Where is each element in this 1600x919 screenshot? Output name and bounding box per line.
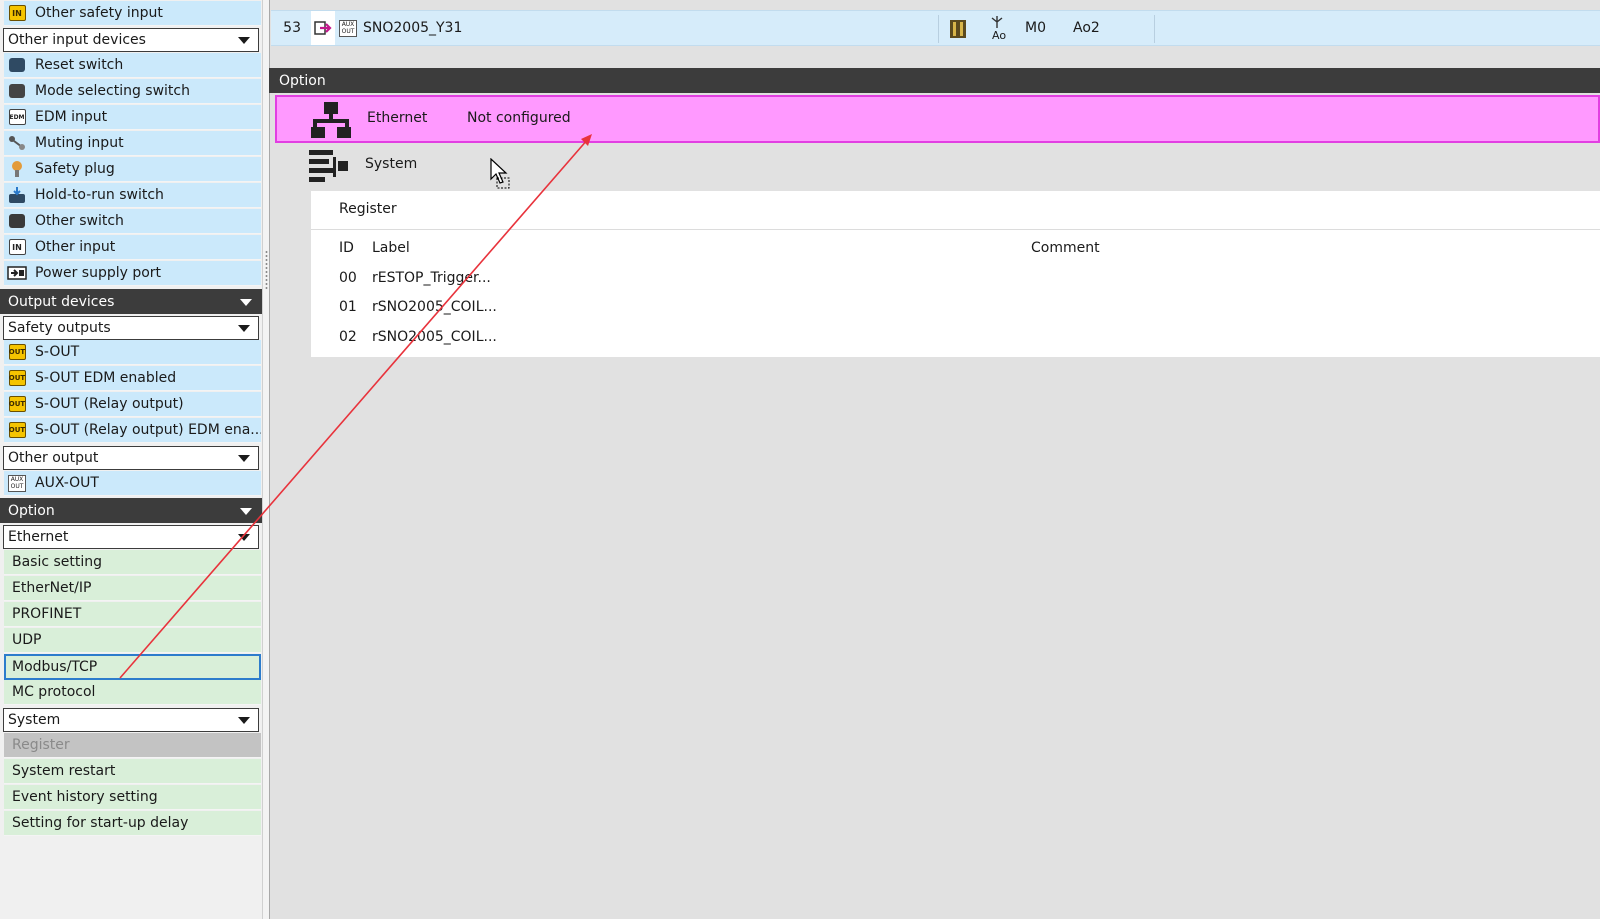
system-dropdown[interactable]: System bbox=[3, 708, 259, 732]
divider bbox=[311, 229, 1600, 230]
column-divider bbox=[1154, 15, 1155, 43]
register-row-label[interactable]: rESTOP_Trigger... bbox=[372, 270, 491, 286]
out-icon: OUT bbox=[7, 421, 27, 439]
safety-outputs-dropdown[interactable]: Safety outputs bbox=[3, 316, 259, 340]
option-item-profinet[interactable]: PROFINET bbox=[4, 602, 261, 627]
option-item-ethernet-ip[interactable]: EtherNet/IP bbox=[4, 576, 261, 601]
palette-item-mode-selecting-switch[interactable]: Mode selecting switch bbox=[4, 79, 261, 104]
palette-item-s-out-edm[interactable]: OUT S-OUT EDM enabled bbox=[4, 366, 261, 391]
palette-item-safety-plug[interactable]: Safety plug bbox=[4, 157, 261, 182]
splitter-grip-icon bbox=[265, 250, 268, 290]
column-ao: Ao2 bbox=[1073, 20, 1100, 36]
palette-item-s-out[interactable]: OUT S-OUT bbox=[4, 340, 261, 365]
register-row-id: 01 bbox=[339, 299, 357, 315]
output-arrow-icon bbox=[311, 11, 335, 45]
other-output-dropdown[interactable]: Other output bbox=[3, 446, 259, 470]
muting-icon bbox=[7, 134, 27, 152]
option-item-system-restart[interactable]: System restart bbox=[4, 759, 261, 784]
chevron-down-icon bbox=[240, 299, 252, 306]
option-name: System bbox=[365, 156, 418, 172]
register-table: Register ID Label Comment 00 rESTOP_Trig… bbox=[311, 191, 1600, 357]
option-item-modbus-tcp[interactable]: Modbus/TCP bbox=[4, 654, 261, 680]
editor-area: 53 AUXOUT SNO2005_Y31 Ao M0 Ao2 Option bbox=[269, 0, 1600, 919]
option-item-event-history[interactable]: Event history setting bbox=[4, 785, 261, 810]
register-row-label[interactable]: rSNO2005_COIL... bbox=[372, 299, 497, 315]
sub-label: Ao bbox=[992, 29, 1007, 42]
row-number: 53 bbox=[283, 20, 301, 36]
chevron-down-icon bbox=[238, 325, 250, 332]
option-ethernet-row[interactable]: Ethernet Not configured bbox=[275, 95, 1600, 143]
palette-item-hold-to-run-switch[interactable]: Hold-to-run switch bbox=[4, 183, 261, 208]
chevron-down-icon bbox=[238, 37, 250, 44]
signal-tag: SNO2005_Y31 bbox=[363, 20, 463, 36]
option-name: Ethernet bbox=[367, 110, 428, 126]
palette-item-other-switch[interactable]: Other switch bbox=[4, 209, 261, 234]
device-palette: IN Other safety input Other input device… bbox=[0, 0, 262, 919]
mouse-cursor-icon bbox=[490, 157, 512, 196]
system-tree-icon bbox=[309, 147, 349, 185]
out-icon: OUT bbox=[7, 343, 27, 361]
chevron-down-icon bbox=[238, 534, 250, 541]
column-m: M0 bbox=[1025, 20, 1046, 36]
option-item-basic-setting[interactable]: Basic setting bbox=[4, 550, 261, 575]
input-devices-dropdown[interactable]: Other input devices bbox=[3, 28, 259, 52]
power-port-icon bbox=[7, 264, 27, 282]
in-icon: IN bbox=[7, 4, 27, 22]
palette-item-other-safety-input[interactable]: IN Other safety input bbox=[4, 1, 261, 26]
out-icon: OUT bbox=[7, 369, 27, 387]
register-row-label[interactable]: rSNO2005_COIL... bbox=[372, 329, 497, 345]
in-white-icon: IN bbox=[7, 238, 27, 256]
palette-item-power-supply-port[interactable]: Power supply port bbox=[4, 261, 261, 286]
panel-splitter[interactable] bbox=[262, 0, 270, 919]
palette-item-muting-input[interactable]: Muting input bbox=[4, 131, 261, 156]
safety-plug-icon bbox=[7, 160, 27, 178]
column-header-id: ID bbox=[339, 240, 354, 256]
column-divider bbox=[938, 15, 939, 43]
option-header[interactable]: Option bbox=[0, 498, 262, 523]
output-devices-header[interactable]: Output devices bbox=[0, 289, 262, 314]
mode-switch-icon bbox=[7, 82, 27, 100]
register-row-id: 00 bbox=[339, 270, 357, 286]
ethernet-dropdown[interactable]: Ethernet bbox=[3, 525, 259, 549]
palette-item-s-out-relay[interactable]: OUT S-OUT (Relay output) bbox=[4, 392, 261, 417]
option-item-startup-delay[interactable]: Setting for start-up delay bbox=[4, 811, 261, 836]
signal-row[interactable]: 53 AUX OUT SNO2005_Y31 Ao M0 Ao2 bbox=[271, 10, 1600, 46]
aux-out-icon: AUX OUT bbox=[7, 474, 27, 492]
option-item-mc-protocol[interactable]: MC protocol bbox=[4, 680, 261, 705]
terminal-block-icon bbox=[949, 19, 967, 43]
column-header-comment: Comment bbox=[1031, 240, 1100, 256]
option-system-row[interactable]: System bbox=[275, 143, 1600, 191]
option-status: Not configured bbox=[467, 110, 571, 126]
register-row-id: 02 bbox=[339, 329, 357, 345]
palette-item-edm-input[interactable]: EDM EDM input bbox=[4, 105, 261, 130]
palette-item-s-out-relay-edm[interactable]: OUT S-OUT (Relay output) EDM ena... bbox=[4, 418, 261, 443]
chevron-down-icon bbox=[238, 455, 250, 462]
chevron-down-icon bbox=[240, 508, 252, 515]
column-header-label: Label bbox=[372, 240, 410, 256]
option-panel-header: Option bbox=[269, 68, 1600, 93]
option-item-register: Register bbox=[4, 733, 261, 758]
other-switch-icon bbox=[7, 212, 27, 230]
out-icon: OUT bbox=[7, 395, 27, 413]
edm-icon: EDM bbox=[7, 108, 27, 126]
palette-item-other-input[interactable]: IN Other input bbox=[4, 235, 261, 260]
hold-to-run-icon bbox=[7, 186, 27, 204]
option-item-udp[interactable]: UDP bbox=[4, 628, 261, 653]
chevron-down-icon bbox=[238, 717, 250, 724]
palette-item-aux-out[interactable]: AUX OUT AUX-OUT bbox=[4, 471, 261, 496]
register-title: Register bbox=[339, 201, 397, 217]
reset-switch-icon bbox=[7, 56, 27, 74]
network-icon bbox=[311, 101, 351, 139]
palette-item-reset-switch[interactable]: Reset switch bbox=[4, 53, 261, 78]
aux-out-icon: AUX OUT bbox=[339, 19, 357, 37]
